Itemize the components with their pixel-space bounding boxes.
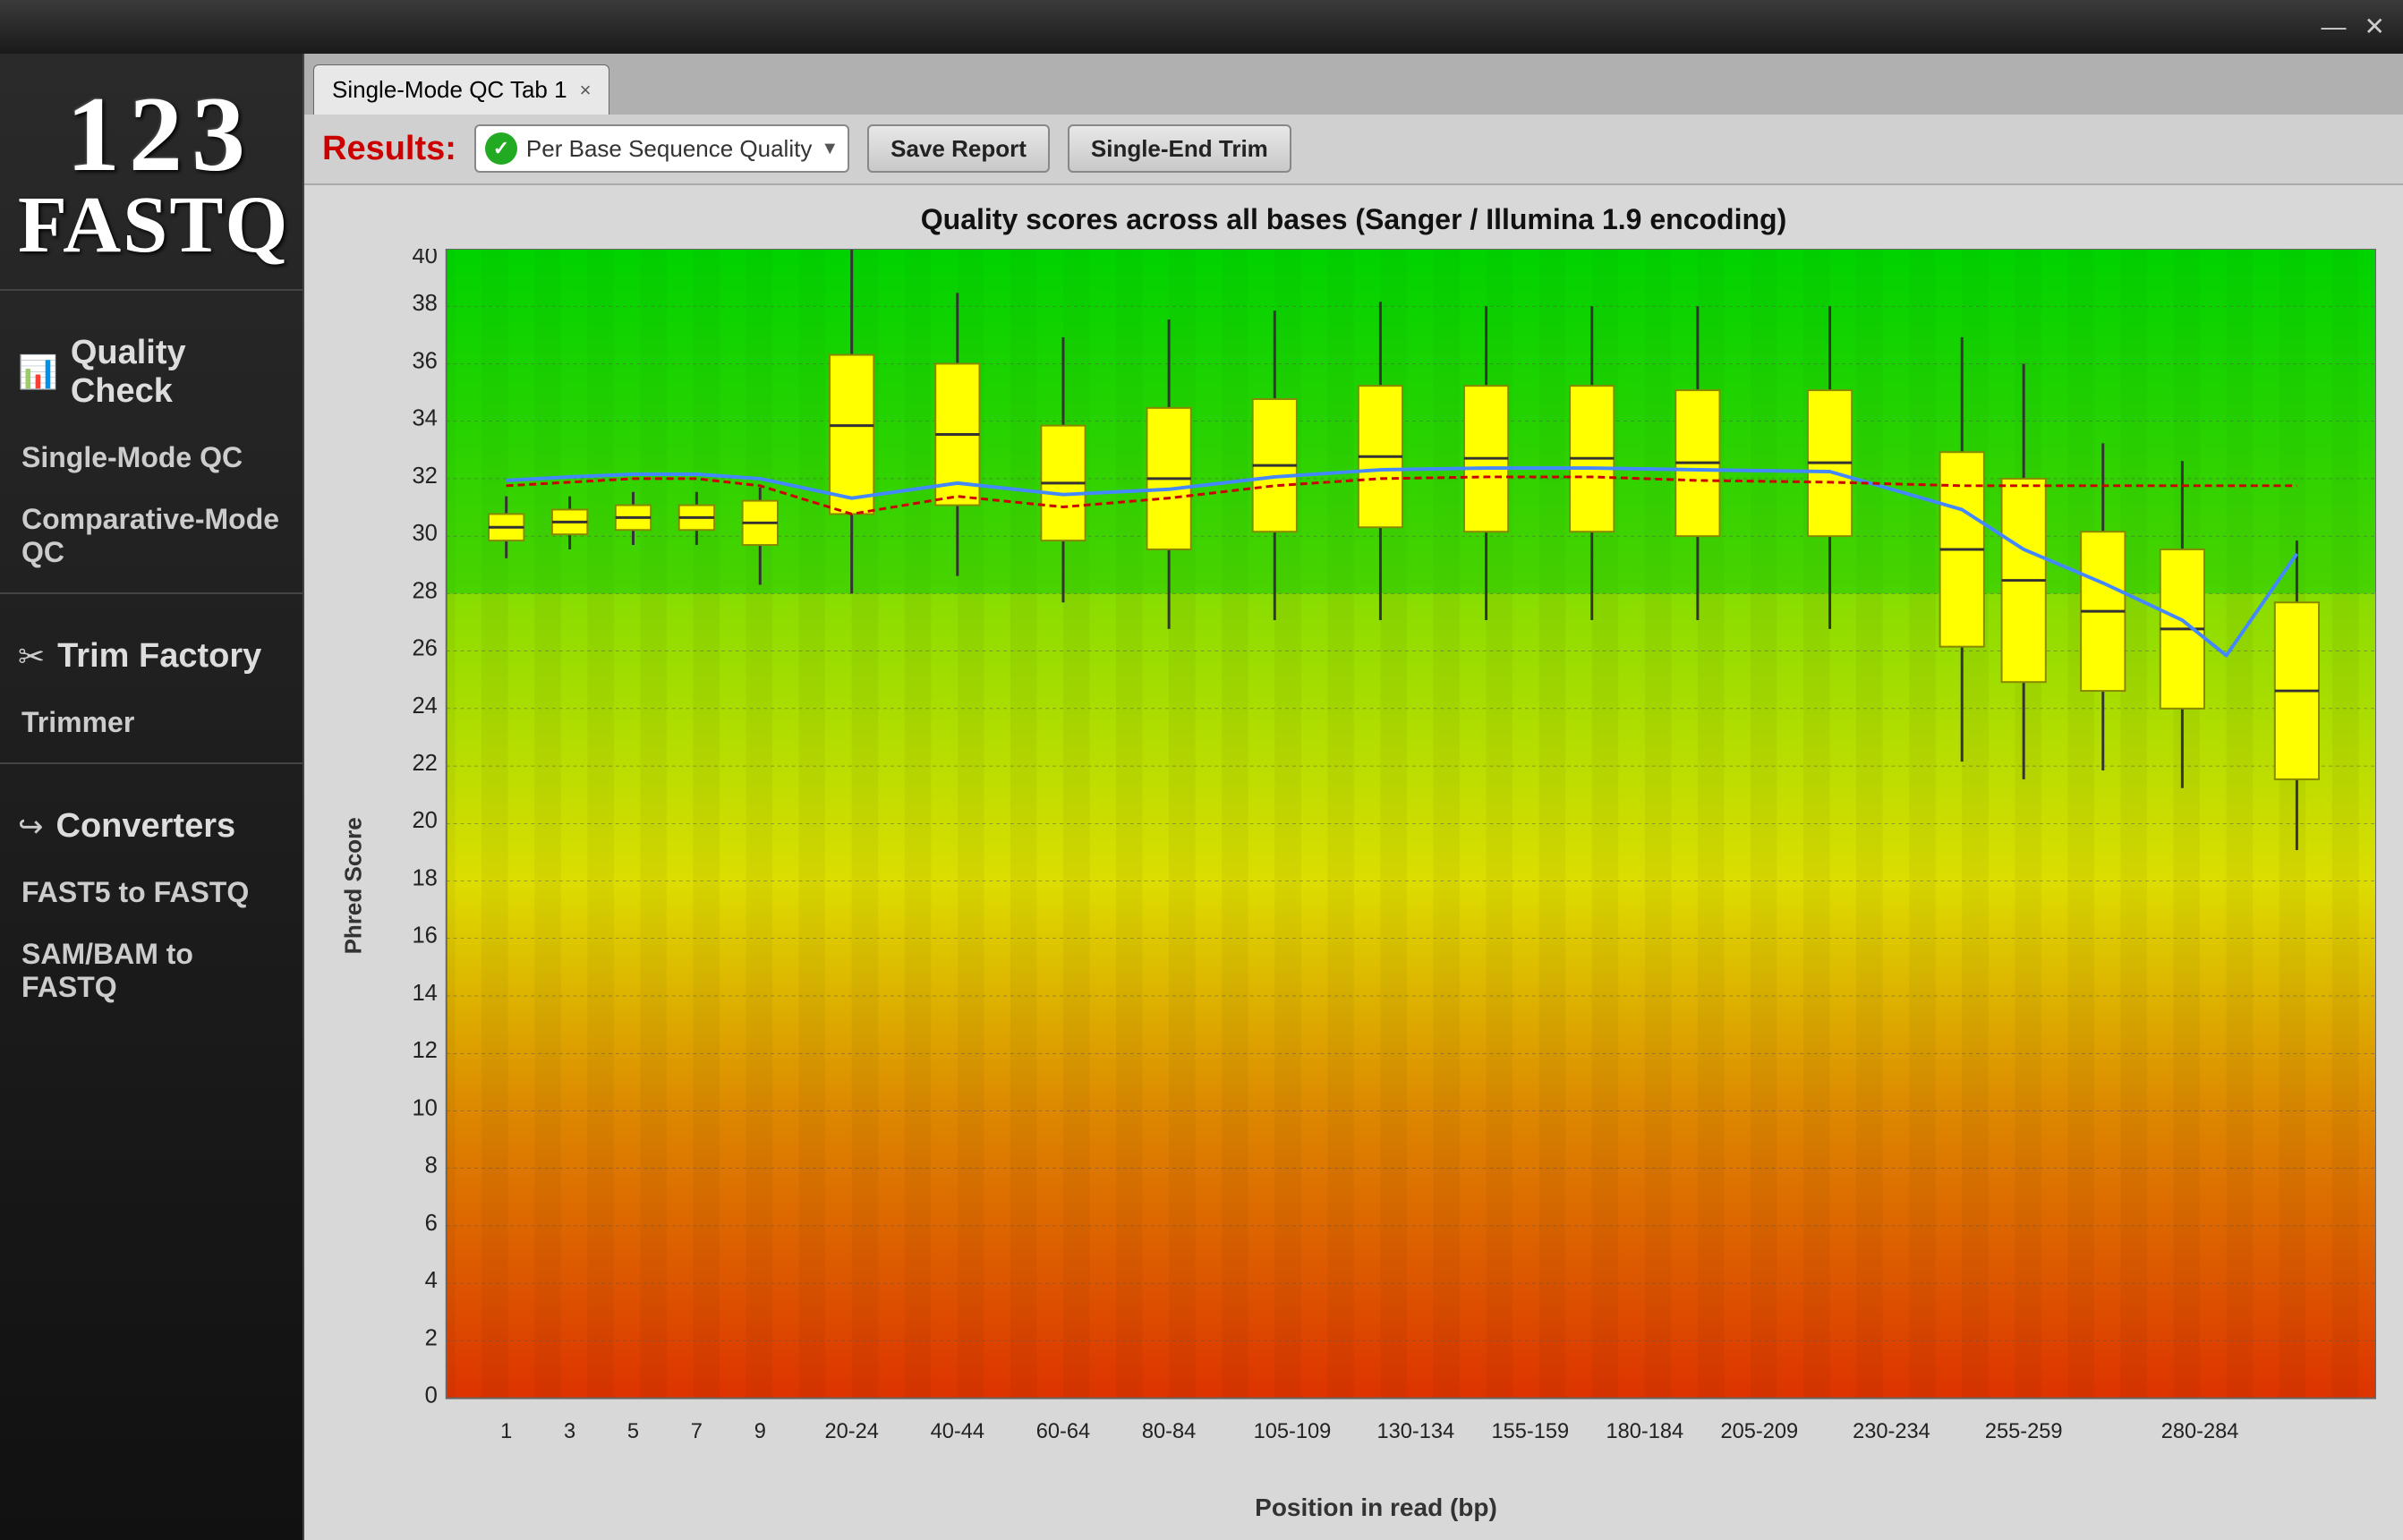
svg-text:16: 16	[412, 923, 437, 948]
svg-text:80-84: 80-84	[1142, 1420, 1196, 1443]
svg-text:20: 20	[412, 808, 437, 833]
sidebar-item-sam-bam-to-fastq[interactable]: SAM/BAM to FASTQ	[0, 923, 303, 1018]
content-area: Single-Mode QC Tab 1 × Results: ✓ Per Ba…	[304, 54, 2403, 1540]
svg-text:18: 18	[412, 865, 437, 890]
sidebar-divider-3	[0, 762, 303, 764]
tab-label: Single-Mode QC Tab 1	[332, 76, 567, 104]
results-label: Results:	[322, 130, 456, 168]
svg-text:60-64: 60-64	[1036, 1420, 1090, 1443]
svg-text:32: 32	[412, 463, 437, 488]
sidebar-item-fast5-to-fastq[interactable]: FAST5 to FASTQ	[0, 862, 303, 923]
chevron-down-icon: ▼	[821, 139, 839, 159]
main-layout: 1 2 3 FASTQ 📊 Quality Check Single-Mode …	[0, 54, 2403, 1540]
tab-single-mode-qc[interactable]: Single-Mode QC Tab 1 ×	[313, 64, 609, 115]
converters-label: Converters	[56, 807, 236, 846]
tab-close-icon[interactable]: ×	[580, 79, 592, 102]
svg-text:10: 10	[412, 1095, 437, 1120]
svg-text:6: 6	[425, 1210, 438, 1235]
svg-text:14: 14	[412, 980, 437, 1005]
sidebar-section-converters: ↩ Converters FAST5 to FASTQ SAM/BAM to F…	[0, 791, 303, 1018]
svg-text:12: 12	[412, 1038, 437, 1063]
save-report-button[interactable]: Save Report	[867, 124, 1050, 173]
svg-text:26: 26	[412, 635, 437, 660]
convert-icon: ↩	[18, 809, 44, 845]
svg-text:38: 38	[412, 291, 437, 316]
sidebar-section-quality-check: 📊 Quality Check Single-Mode QC Comparati…	[0, 318, 303, 583]
sidebar-item-comparative-mode-qc[interactable]: Comparative-Mode QC	[0, 489, 303, 583]
single-end-trim-button[interactable]: Single-End Trim	[1068, 124, 1291, 173]
svg-text:180-184: 180-184	[1606, 1420, 1683, 1443]
sidebar-item-single-mode-qc[interactable]: Single-Mode QC	[0, 427, 303, 489]
dropdown-text: Per Base Sequence Quality	[526, 135, 812, 163]
svg-text:0: 0	[425, 1383, 438, 1408]
scissors-icon: ✂	[18, 638, 45, 676]
sidebar-item-trimmer[interactable]: Trimmer	[0, 692, 303, 753]
title-bar: — ✕	[0, 0, 2403, 54]
svg-text:22: 22	[412, 751, 437, 776]
svg-text:8: 8	[425, 1153, 438, 1178]
logo-fastq: FASTQ	[18, 179, 285, 271]
svg-text:3: 3	[564, 1420, 575, 1443]
converters-header[interactable]: ↩ Converters	[0, 791, 303, 862]
logo-area: 1 2 3 FASTQ	[0, 63, 303, 280]
svg-text:20-24: 20-24	[824, 1420, 878, 1443]
toolbar: Results: ✓ Per Base Sequence Quality ▼ S…	[304, 115, 2403, 184]
sidebar-divider-1	[0, 289, 303, 291]
svg-text:1: 1	[500, 1420, 512, 1443]
svg-text:28: 28	[412, 578, 437, 603]
quality-check-label: Quality Check	[71, 334, 285, 411]
chart-title: Quality scores across all bases (Sanger …	[331, 203, 2376, 236]
y-axis-label: Phred Score	[331, 249, 376, 1522]
svg-text:5: 5	[627, 1420, 639, 1443]
bar-chart-icon: 📊	[18, 353, 58, 391]
svg-text:9: 9	[754, 1420, 766, 1443]
chart-svg-area: 0 2 4 6 8 10 12 14 16 18 20 22 2	[376, 249, 2376, 1486]
close-button[interactable]: ✕	[2365, 14, 2385, 39]
svg-text:2: 2	[425, 1325, 438, 1350]
trim-factory-label: Trim Factory	[57, 637, 261, 676]
minimize-button[interactable]: —	[2322, 14, 2347, 39]
svg-text:105-109: 105-109	[1254, 1420, 1332, 1443]
svg-text:155-159: 155-159	[1491, 1420, 1569, 1443]
svg-text:30: 30	[412, 521, 437, 546]
sidebar-divider-2	[0, 592, 303, 594]
svg-text:230-234: 230-234	[1853, 1420, 1930, 1443]
svg-text:36: 36	[412, 348, 437, 373]
chart-wrapper: Phred Score	[331, 249, 2376, 1522]
sidebar: 1 2 3 FASTQ 📊 Quality Check Single-Mode …	[0, 54, 304, 1540]
chart-inner: 0 2 4 6 8 10 12 14 16 18 20 22 2	[376, 249, 2376, 1522]
trim-factory-header[interactable]: ✂ Trim Factory	[0, 621, 303, 692]
svg-text:24: 24	[412, 693, 437, 718]
quality-check-header[interactable]: 📊 Quality Check	[0, 318, 303, 427]
svg-text:40: 40	[412, 249, 437, 268]
svg-text:280-284: 280-284	[2161, 1420, 2239, 1443]
svg-text:255-259: 255-259	[1985, 1420, 2063, 1443]
x-axis-label: Position in read (bp)	[376, 1486, 2376, 1522]
check-icon: ✓	[485, 132, 517, 165]
sidebar-section-trim-factory: ✂ Trim Factory Trimmer	[0, 621, 303, 753]
svg-text:40-44: 40-44	[931, 1420, 984, 1443]
logo-numbers: 1 2 3	[18, 81, 285, 188]
svg-text:7: 7	[691, 1420, 703, 1443]
svg-text:205-209: 205-209	[1720, 1420, 1798, 1443]
svg-text:4: 4	[425, 1268, 438, 1293]
svg-text:34: 34	[412, 405, 437, 430]
chart-container: Quality scores across all bases (Sanger …	[304, 185, 2403, 1540]
chart-svg: 0 2 4 6 8 10 12 14 16 18 20 22 2	[376, 249, 2376, 1486]
svg-text:130-134: 130-134	[1376, 1420, 1454, 1443]
quality-dropdown[interactable]: ✓ Per Base Sequence Quality ▼	[474, 124, 849, 173]
tab-bar: Single-Mode QC Tab 1 ×	[304, 54, 2403, 115]
